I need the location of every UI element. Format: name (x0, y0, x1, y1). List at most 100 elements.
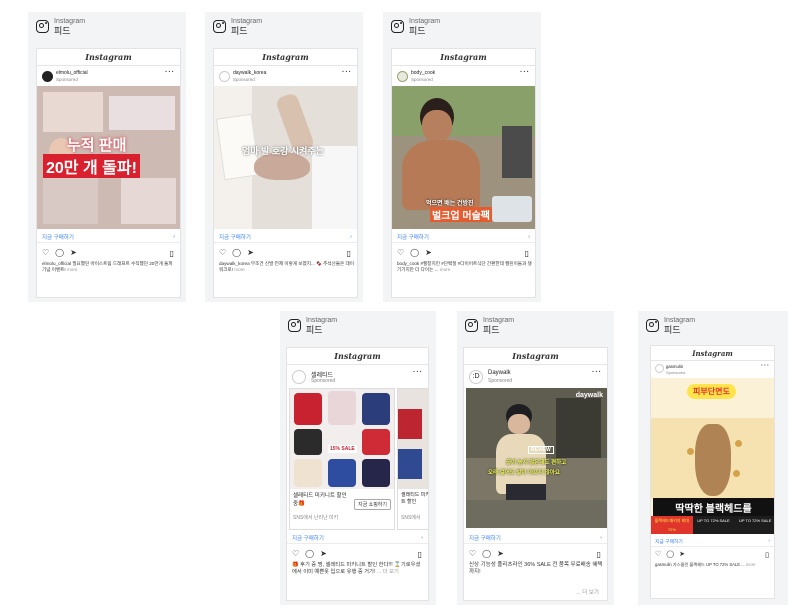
app-label: Instagram (664, 317, 696, 324)
heart-icon[interactable]: ♡ (42, 248, 49, 257)
overlay-subheadline: 20만 개 돌파! (43, 154, 140, 178)
overlay-headline: 누적 판매 (67, 137, 127, 154)
phone-frame: Instagram gasmulin Sponsored ··· 피부단면도 딱… (650, 345, 775, 599)
avatar[interactable]: :D (469, 370, 483, 384)
instagram-icon (288, 319, 301, 332)
more-options-icon[interactable]: ··· (520, 69, 530, 76)
heart-icon[interactable]: ♡ (655, 550, 661, 558)
avatar[interactable] (397, 71, 408, 82)
comment-icon[interactable]: ◯ (55, 248, 64, 257)
sale-badge: 15% SALE (328, 445, 357, 453)
carousel[interactable]: 15% SALE 셀레티드 미키니트 할인중🎁 SNS에서 난리난 미키 지금 … (287, 388, 428, 530)
bookmark-icon[interactable]: ▯ (765, 551, 769, 559)
feed-label: 피드 (54, 26, 71, 36)
comment-icon[interactable]: ◯ (305, 549, 314, 558)
more-options-icon[interactable]: ··· (413, 369, 423, 376)
app-label: Instagram (306, 317, 338, 324)
promo-row: 블랙헤드패키지 최대72% UP TO 72% SALE UP TO 72% S… (651, 516, 774, 534)
shop-now-button[interactable]: 지금 구매하기 › (37, 231, 180, 243)
card-header: Instagram 피드 (213, 18, 262, 37)
phone-frame: Instagram daywalk_korea Sponsored ··· 엄마… (213, 48, 358, 298)
sponsored-label: Sponsored (56, 77, 78, 82)
promo-left: 블랙헤드패키지 최대72% (651, 516, 693, 534)
share-icon[interactable]: ➤ (497, 549, 504, 558)
account-name[interactable]: elmolu_official (56, 70, 88, 76)
ad-card-6: Instagram 피드 Instagram gasmulin Sponsore… (638, 311, 788, 605)
heart-icon[interactable]: ♡ (397, 248, 404, 257)
ad-card-3: Instagram 피드 Instagram body_cook Sponsor… (383, 12, 541, 302)
product-title: 셀레티드 미키니트 할인 (401, 492, 428, 505)
ad-image[interactable]: 피부단면도 딱딱한 블랙헤드를 블랙헤드패키지 최대72% UP TO 72% … (651, 378, 774, 534)
cta-label: 지금 구매하기 (42, 234, 74, 241)
share-icon[interactable]: ➤ (320, 549, 327, 558)
avatar[interactable] (655, 364, 664, 373)
phone-frame: Instagram body_cook Sponsored ··· 먹으면 배는… (391, 48, 536, 298)
chevron-right-icon: › (350, 233, 352, 240)
more-link[interactable]: more (746, 562, 756, 567)
ad-image[interactable]: daywalk REVIEW 굽이 높지 않은데도 편하고 오래 걸어도 발이 … (466, 388, 607, 528)
comment-icon[interactable]: ◯ (666, 550, 674, 558)
heart-icon[interactable]: ♡ (469, 549, 476, 558)
more-options-icon[interactable]: ··· (761, 363, 770, 369)
cta-label: 지금 구매하기 (219, 234, 251, 241)
carousel-card[interactable]: 15% SALE 셀레티드 미키니트 할인중🎁 SNS에서 난리난 미키 지금 … (289, 388, 395, 530)
feed-label: 피드 (409, 26, 426, 36)
chevron-right-icon: › (421, 534, 423, 541)
review-tag: REVIEW (528, 446, 554, 454)
share-icon[interactable]: ➤ (70, 248, 77, 257)
comment-icon[interactable]: ◯ (482, 549, 491, 558)
shop-now-button[interactable]: 지금 구매하기 › (214, 231, 357, 243)
account-name[interactable]: gasmulin (666, 364, 683, 369)
shop-now-button[interactable]: 지금 구매하기 › (392, 231, 535, 243)
shop-now-button[interactable]: 지금 구매하기 › (287, 532, 428, 544)
heart-icon[interactable]: ♡ (219, 248, 226, 257)
overlay-subheadline: 벌크업 머슬팩 (430, 207, 492, 222)
comment-icon[interactable]: ◯ (232, 248, 241, 257)
instagram-wordmark: Instagram (334, 351, 381, 361)
carousel-card-next[interactable]: 셀레티드 미키니트 할인 SNS에서 (397, 388, 428, 530)
chevron-right-icon: › (768, 538, 770, 544)
shop-now-button[interactable]: 지금 구매하기 › (464, 532, 607, 544)
more-options-icon[interactable]: ··· (165, 69, 175, 76)
account-name[interactable]: body_cook (411, 70, 435, 76)
action-bar: ♡ ◯ ➤ (292, 549, 327, 558)
bookmark-icon[interactable]: ▯ (347, 249, 351, 258)
ad-image[interactable]: 엄마 발 호강 시켜주는 (214, 86, 357, 229)
account-name[interactable]: daywalk_korea (233, 70, 266, 76)
heart-icon[interactable]: ♡ (292, 549, 299, 558)
phone-frame: Instagram 셀레티드 Sponsored ··· 15% SALE 셀레… (286, 347, 429, 601)
avatar[interactable] (219, 71, 230, 82)
share-icon[interactable]: ➤ (425, 248, 432, 257)
more-link[interactable]: ... 더 보기 (377, 569, 399, 575)
badge-pill: 피부단면도 (687, 384, 736, 399)
action-bar: ♡ ◯ ➤ (397, 248, 432, 257)
feed-label: 피드 (483, 325, 500, 335)
instagram-icon (36, 20, 49, 33)
bookmark-icon[interactable]: ▯ (170, 249, 174, 258)
action-bar: ♡ ◯ ➤ (655, 550, 685, 558)
share-icon[interactable]: ➤ (679, 550, 685, 558)
shop-now-small-button[interactable]: 지금 쇼핑하기 (354, 499, 391, 510)
more-options-icon[interactable]: ··· (592, 369, 602, 376)
more-link[interactable]: ... 더 보기 (576, 588, 599, 596)
app-label: Instagram (483, 317, 515, 324)
comment-icon[interactable]: ◯ (410, 248, 419, 257)
ad-card-4: Instagram 피드 Instagram 셀레티드 Sponsored ··… (280, 311, 436, 605)
avatar[interactable] (42, 71, 53, 82)
more-link[interactable]: more (67, 267, 77, 272)
product-subtitle: SNS에서 난리난 미키 (293, 515, 339, 521)
avatar[interactable] (292, 370, 306, 384)
bookmark-icon[interactable]: ▯ (418, 550, 422, 559)
more-link[interactable]: more (440, 267, 450, 272)
share-icon[interactable]: ➤ (247, 248, 254, 257)
more-options-icon[interactable]: ··· (342, 69, 352, 76)
bookmark-icon[interactable]: ▯ (525, 249, 529, 258)
promo-mid: UP TO 72% SALE (697, 518, 730, 523)
card-header: Instagram 피드 (465, 317, 514, 336)
shop-now-button[interactable]: 지금 구매하기 › (651, 536, 774, 547)
more-link[interactable]: more (234, 267, 244, 272)
account-name[interactable]: Daywalk (488, 370, 511, 376)
ad-image[interactable]: 누적 판매 20만 개 돌파! (37, 86, 180, 229)
ad-image[interactable]: 먹으면 배는 건방진 벌크업 머슬팩 (392, 86, 535, 229)
bookmark-icon[interactable]: ▯ (597, 550, 601, 559)
